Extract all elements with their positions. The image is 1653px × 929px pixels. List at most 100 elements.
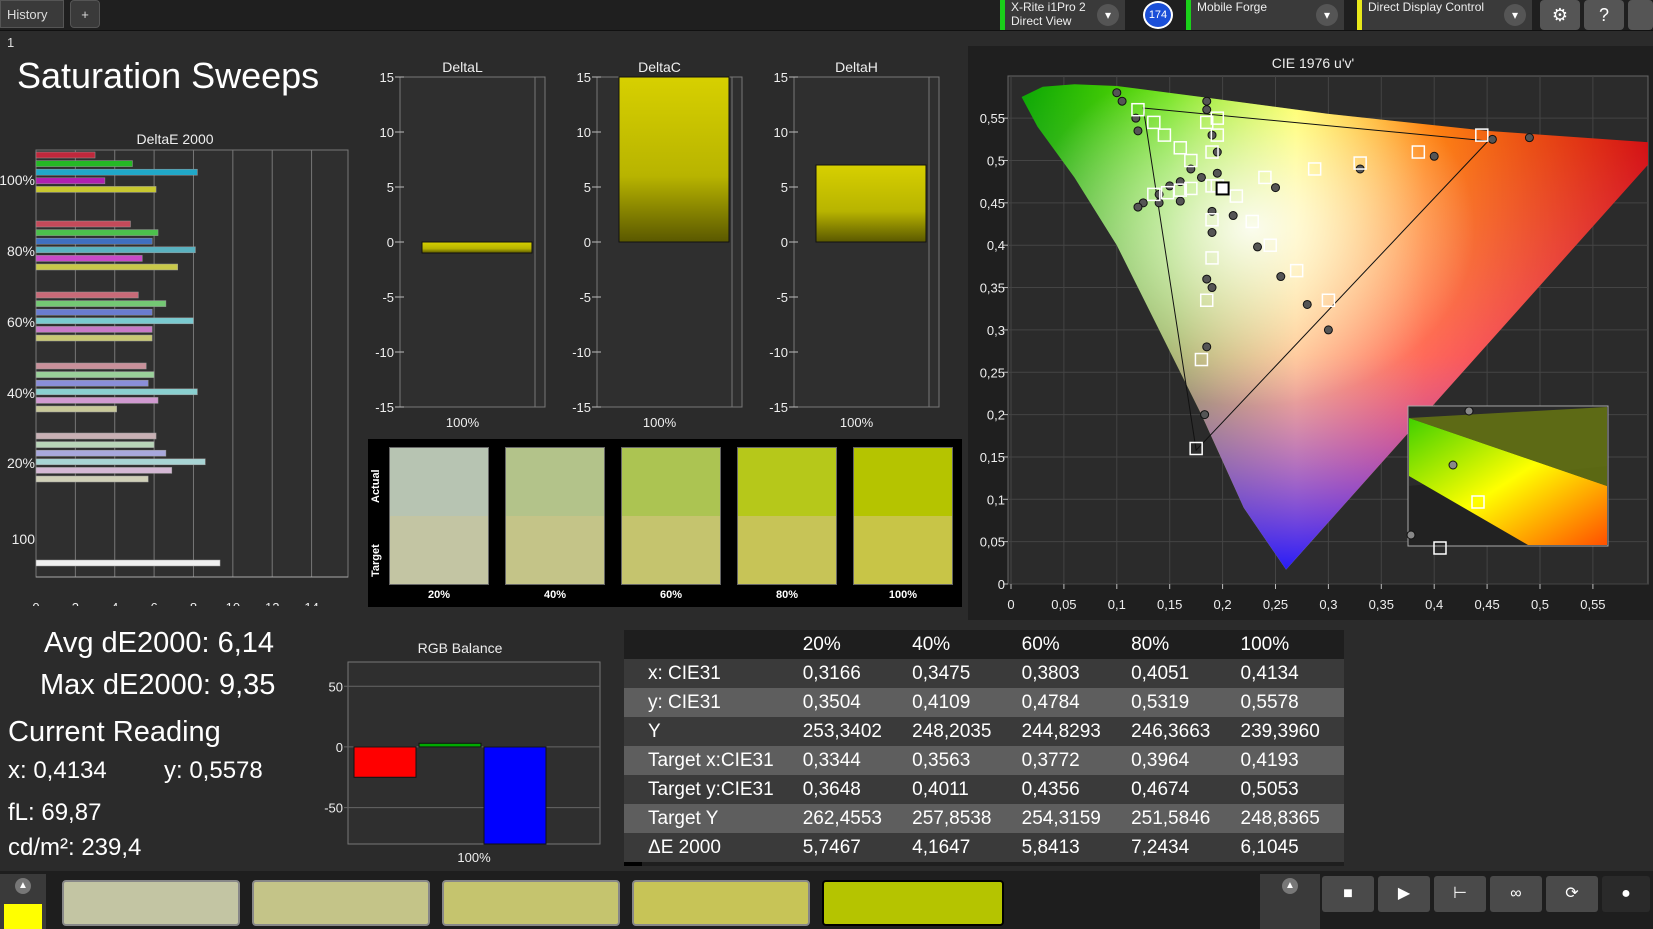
table-cell: 5,8413 (1015, 833, 1126, 862)
table-cell: 0,3563 (906, 746, 1016, 775)
current-point (1215, 181, 1230, 196)
x-tick-label: 0,2 (1214, 597, 1232, 612)
chevron-down-icon[interactable]: ▾ (1316, 4, 1338, 26)
measurement-table: 20% 40% 60% 80% 100% x: CIE31 0,3166 0,3475 0,3… (624, 630, 1344, 862)
deltae-bar (35, 441, 155, 448)
row-label: 100 (12, 531, 36, 547)
deltae-bar (35, 263, 178, 271)
measured-point (1253, 242, 1263, 252)
measured-point (1228, 211, 1238, 221)
table-cell: 5,7467 (796, 833, 907, 862)
deltae-bar (35, 449, 167, 457)
stop-icon[interactable]: ■ (1322, 876, 1374, 912)
stop-panel[interactable]: ▲ (1260, 874, 1320, 929)
swatch-select-button[interactable] (442, 880, 620, 926)
meter-selector[interactable]: X-Rite i1Pro 2 Direct View ▾ (1000, 0, 1125, 30)
help-icon[interactable]: ? (1584, 0, 1624, 30)
table-cell: 0,3648 (796, 775, 907, 804)
color-swatch (505, 447, 605, 585)
rgb-bar-r (353, 746, 417, 778)
extra-toolbar-button[interactable] (1628, 0, 1653, 30)
y-tick-label: -15 (375, 400, 394, 415)
deltae-bar (35, 160, 133, 167)
delta-chart-deltac: DeltaC 15 10 5 0 -5 -10 -15 100% (572, 59, 743, 430)
deltae-bar (35, 559, 221, 567)
table-row: x: CIE31 0,3166 0,3475 0,3803 0,4051 0,4134 (624, 659, 1344, 688)
table-header: 20% (796, 630, 907, 659)
tab-history-1[interactable]: History 1 (0, 0, 64, 50)
max-deltae: Max dE2000: 9,35 (40, 669, 276, 701)
table-cell: 262,4553 (796, 804, 907, 833)
target-swatch (622, 516, 720, 584)
y-tick-label: 0,4 (987, 238, 1005, 253)
table-cell: 6,1045 (1234, 833, 1344, 862)
deltae-bar (35, 379, 149, 387)
record-icon[interactable]: ● (1602, 876, 1650, 912)
swatch-label: 20% (427, 589, 451, 601)
x-tick-label: 0,15 (1157, 597, 1182, 612)
y-tick-label: 10 (380, 125, 394, 140)
add-tab-button[interactable]: + (70, 0, 100, 28)
chevron-down-icon[interactable]: ▾ (1504, 4, 1526, 26)
step-icon[interactable]: ⊢ (1434, 876, 1486, 912)
chart-title: CIE 1976 u'v' (1272, 55, 1354, 71)
y-tick-label: 50 (329, 679, 343, 694)
table-cell: 0,4784 (1015, 688, 1126, 717)
table-row: Y 253,3402 248,2035 244,8293 246,3663 239,396… (624, 717, 1344, 746)
y-tick-label: 0,15 (980, 450, 1005, 465)
profile-selector[interactable]: Mobile Forge ▾ (1186, 0, 1344, 30)
swatch-select-button[interactable] (252, 880, 430, 926)
target-row-label: Target (370, 544, 382, 577)
avg-deltae: Avg dE2000: 6,14 (44, 627, 275, 659)
x-tick-label: 0,55 (1580, 597, 1605, 612)
display-control-selector[interactable]: Direct Display Control ▾ (1357, 0, 1532, 30)
deltae-bar (35, 168, 198, 176)
x-axis-label: 100% (446, 415, 480, 430)
measured-point (1117, 96, 1127, 106)
actual-row-label: Actual (370, 469, 382, 503)
deltae-bar (35, 362, 147, 370)
deltae-bar (35, 388, 198, 396)
actual-swatch (622, 448, 720, 516)
chevron-down-icon[interactable]: ▾ (1097, 4, 1119, 26)
chart-title: DeltaH (835, 59, 878, 75)
swatch-label: 40% (543, 589, 567, 601)
chevron-up-icon[interactable]: ▲ (1282, 878, 1298, 894)
y-tick-label: -50 (324, 801, 343, 816)
swatch-select-button[interactable] (62, 880, 240, 926)
row-label: Target x:CIE31 (624, 746, 797, 775)
measured-point (1302, 299, 1312, 309)
x-tick-label: 6 (150, 600, 157, 606)
y-tick-label: 0,1 (987, 492, 1005, 507)
y-tick-label: -5 (579, 290, 591, 305)
gear-icon[interactable]: ⚙ (1540, 0, 1580, 30)
swatch-select-button[interactable] (632, 880, 810, 926)
deltae-bar (35, 308, 153, 316)
swatch-scroll-panel[interactable]: ▲ (0, 874, 46, 929)
actual-swatch (390, 448, 488, 516)
measured-point (1202, 342, 1212, 352)
reading-fl: fL: 69,87 (8, 799, 102, 826)
table-cell: 0,4051 (1125, 659, 1235, 688)
loop-icon[interactable]: ∞ (1490, 876, 1542, 912)
deltae-bar (35, 151, 96, 159)
deltae-bar (35, 246, 196, 254)
chevron-up-icon[interactable]: ▲ (15, 878, 31, 894)
table-row: ΔE 2000 5,7467 4,1647 5,8413 7,2434 6,1045 (624, 833, 1344, 862)
swatch-select-button[interactable] (822, 880, 1004, 926)
y-tick-label: 10 (774, 125, 788, 140)
rgb-balance-chart: RGB Balance 50 0 -50 100% (324, 640, 601, 865)
x-tick-label: 4 (111, 600, 118, 606)
play-icon[interactable]: ▶ (1378, 876, 1430, 912)
row-label: 60% (7, 314, 35, 330)
swatch-label: 60% (659, 589, 683, 601)
deltae-bar (35, 229, 159, 236)
measured-point (1175, 196, 1185, 206)
table-row: Target y:CIE31 0,3648 0,4011 0,4356 0,4674 0,… (624, 775, 1344, 804)
y-tick-label: 0 (336, 740, 343, 755)
row-label: 40% (7, 385, 35, 401)
deltae-bar (35, 177, 106, 185)
measured-point (1133, 126, 1143, 136)
y-tick-label: -15 (769, 400, 788, 415)
refresh-icon[interactable]: ⟳ (1546, 876, 1598, 912)
